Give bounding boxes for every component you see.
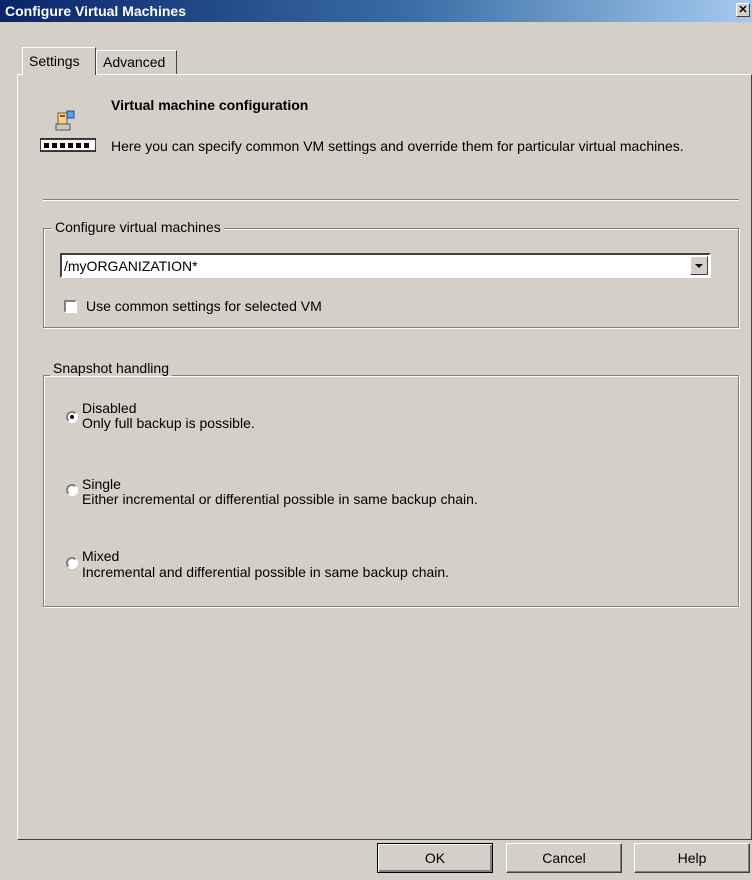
title-bar: Configure Virtual Machines ✕ [0, 0, 752, 22]
snapshot-handling-legend: Snapshot handling [50, 360, 172, 376]
window-title: Configure Virtual Machines [5, 3, 186, 19]
header-separator [43, 199, 739, 201]
close-button[interactable]: ✕ [736, 3, 750, 17]
radio-disabled-title: Disabled [82, 400, 137, 416]
vm-selector-combobox[interactable]: /myORGANIZATION* [60, 253, 711, 278]
radio-disabled-description: Only full backup is possible. [82, 415, 255, 431]
radio-mixed[interactable] [66, 557, 78, 569]
vm-config-icon [40, 110, 96, 152]
vm-selector-value: /myORGANIZATION* [64, 258, 198, 274]
tab-settings[interactable]: Settings [22, 47, 96, 75]
radio-single-title: Single [82, 476, 121, 492]
radio-disabled[interactable] [66, 411, 78, 423]
radio-single-description: Either incremental or differential possi… [82, 491, 478, 507]
page-description: Here you can specify common VM settings … [111, 138, 684, 154]
radio-single[interactable] [66, 484, 78, 496]
ok-button[interactable]: OK [377, 843, 493, 873]
tab-advanced[interactable]: Advanced [96, 50, 177, 74]
cancel-button[interactable]: Cancel [506, 843, 622, 873]
tab-advanced-label: Advanced [103, 54, 166, 70]
configure-vm-legend: Configure virtual machines [52, 219, 224, 235]
common-settings-checkbox[interactable] [64, 300, 77, 313]
chevron-down-icon [695, 264, 703, 268]
page-title: Virtual machine configuration [111, 97, 309, 113]
tab-settings-label: Settings [29, 53, 80, 69]
help-button[interactable]: Help [634, 843, 750, 873]
radio-selected-dot [70, 415, 74, 419]
common-settings-label: Use common settings for selected VM [86, 298, 322, 314]
dropdown-button[interactable] [690, 256, 708, 275]
radio-mixed-title: Mixed [82, 548, 120, 564]
radio-mixed-description: Incremental and differential possible in… [82, 564, 450, 580]
